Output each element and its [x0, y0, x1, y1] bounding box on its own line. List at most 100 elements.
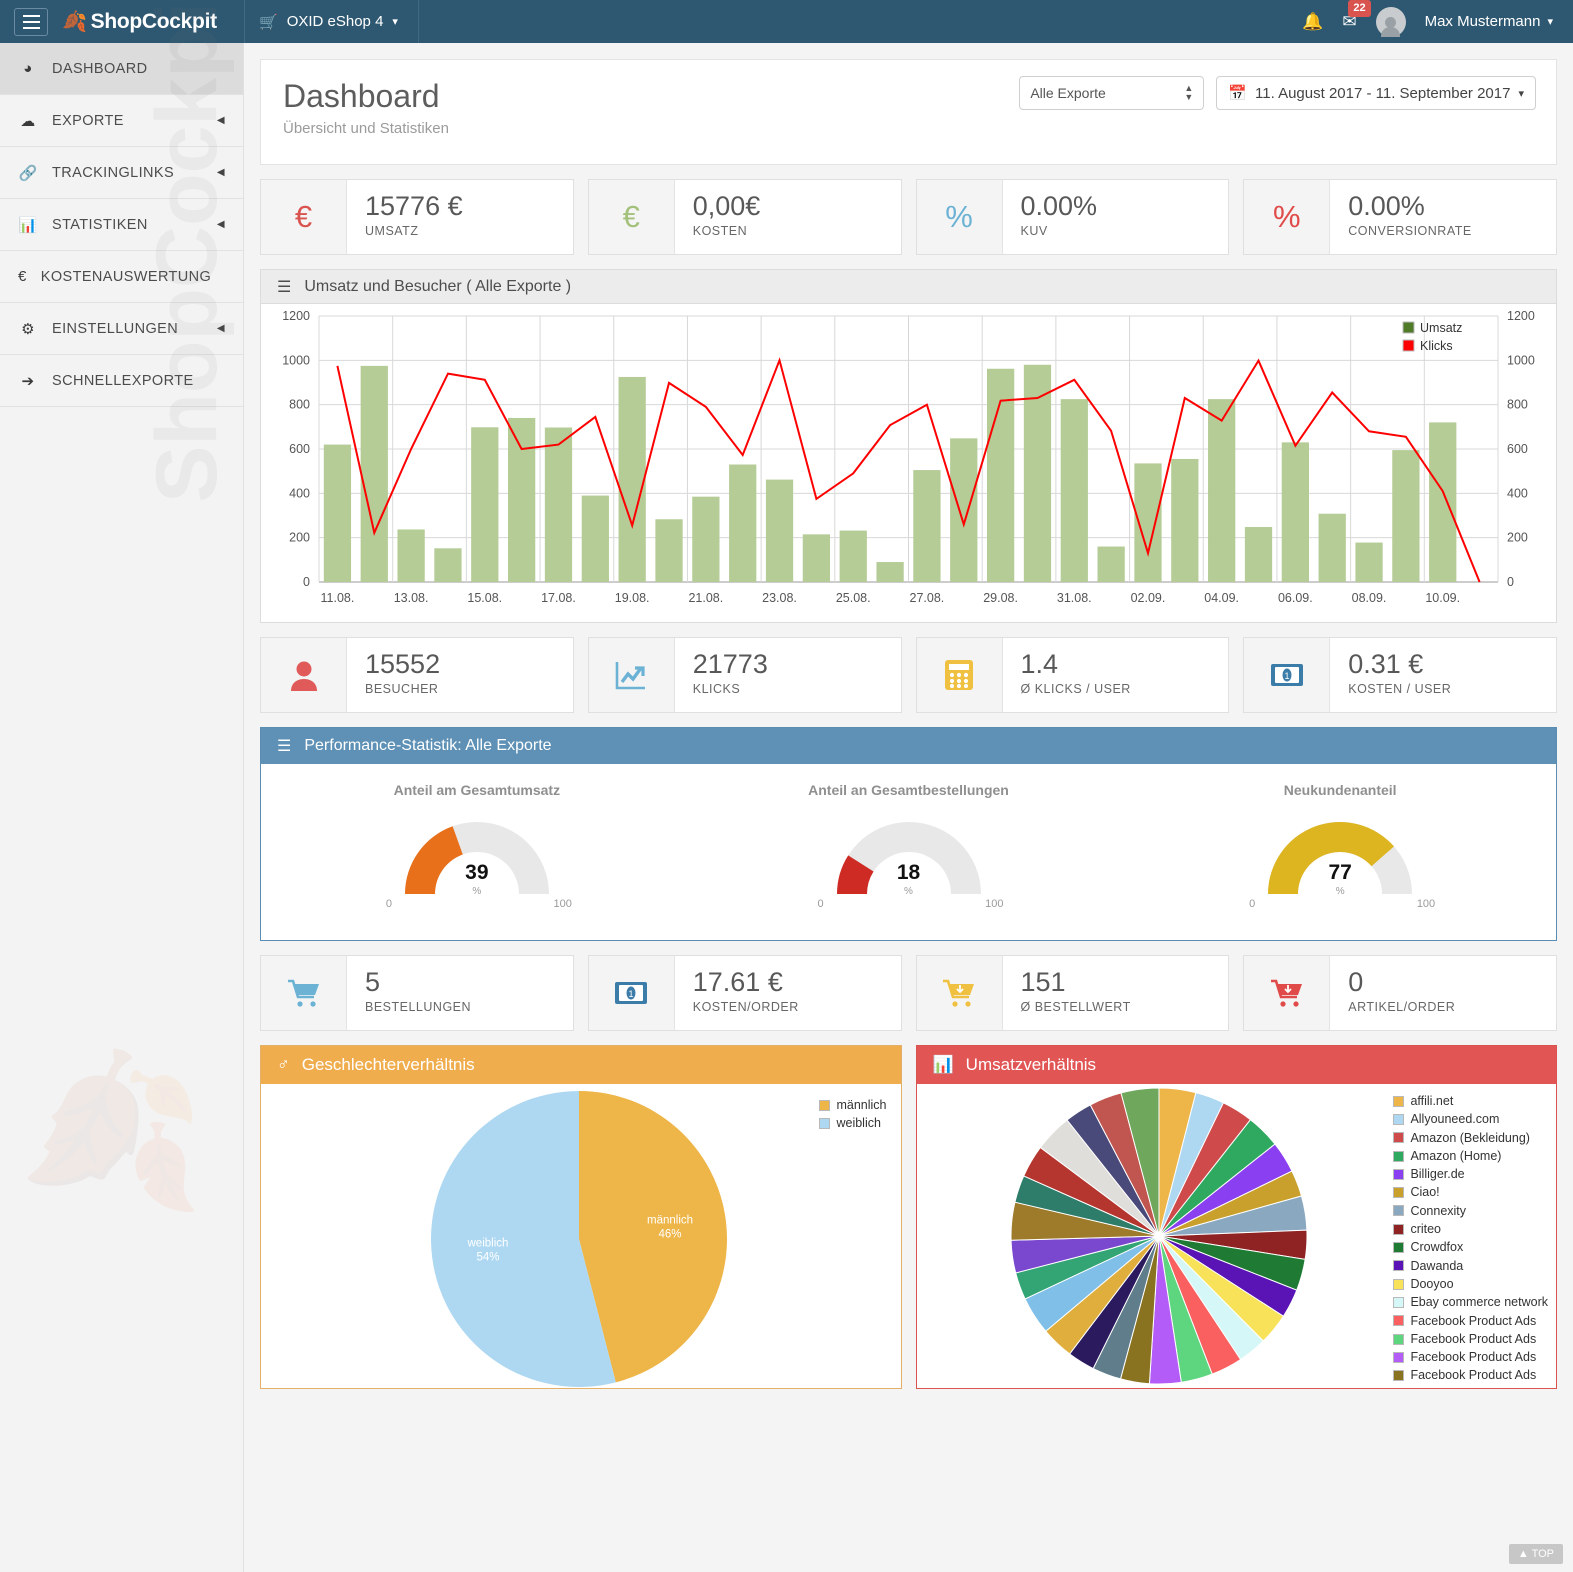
legend-item[interactable]: Crowdfox [1393, 1238, 1548, 1256]
performance-panel-title: Performance-Statistik: Alle Exporte [304, 737, 552, 754]
legend-item[interactable]: Connexity [1393, 1202, 1548, 1220]
legend-item[interactable]: Facebook Product Ads [1393, 1348, 1548, 1366]
svg-text:600: 600 [1507, 442, 1528, 456]
svg-text:400: 400 [1507, 486, 1528, 500]
kpi-label: Ø KLICKS / USER [1020, 682, 1131, 697]
legend-item[interactable]: Ciao! [1393, 1183, 1548, 1201]
gauge-value: 77 [1328, 861, 1352, 884]
gender-panel-title: Geschlechterverhältnis [301, 1055, 475, 1074]
back-to-top-button[interactable]: ▲ TOP [1508, 1544, 1563, 1564]
legend-item[interactable]: Amazon (Bekleidung) [1393, 1129, 1548, 1147]
gauge-gesamtbestellungen: Anteil an Gesamtbestellungen 18 % 0 100 [693, 764, 1125, 940]
kpi-value: 0.00% [1020, 191, 1098, 221]
sidebar-item-einstellungen[interactable]: ⚙ EINSTELLUNGEN ◀ [0, 303, 243, 355]
svg-text:17.08.: 17.08. [541, 591, 576, 605]
link-icon: 🔗 [18, 164, 38, 182]
performance-panel-header: ☰ Performance-Statistik: Alle Exporte [261, 728, 1556, 764]
shop-selector-label: OXID eShop 4 [286, 13, 384, 30]
avatar[interactable] [1375, 6, 1406, 37]
top-right-actions: 🔔 ✉ 22 Max Mustermann ▾ [1302, 0, 1573, 37]
legend-item[interactable]: Dooyoo [1393, 1275, 1548, 1293]
legend-swatch [1393, 1187, 1405, 1199]
svg-text:männlich: männlich [647, 1214, 693, 1226]
legend-label: Amazon (Home) [1410, 1148, 1502, 1163]
sidebar-item-statistiken[interactable]: 📊 STATISTIKEN ◀ [0, 199, 243, 251]
kpi-value: 15776 € [365, 191, 463, 221]
gauge-dial: 18 % 0 100 [818, 806, 1004, 910]
legend-item[interactable]: Billiger.de [1393, 1165, 1548, 1183]
bell-icon[interactable]: 🔔 [1302, 12, 1323, 32]
kpi-label: KOSTEN / USER [1348, 682, 1452, 697]
notification-badge: 22 [1348, 0, 1371, 17]
sidebar-item-trackinglinks[interactable]: 🔗 TRACKINGLINKS ◀ [0, 147, 243, 199]
legend-label: Ciao! [1410, 1185, 1440, 1200]
umsatz-besucher-chart[interactable]: 0 0 200 200 400 400 600 600 800 800 1000 1000 1200 12… [261, 304, 1556, 622]
sidebar-item-label: SCHNELLEXPORTE [52, 372, 194, 389]
user-icon [261, 638, 347, 712]
svg-text:27.08.: 27.08. [910, 591, 945, 605]
legend-item[interactable]: weiblich [819, 1114, 886, 1132]
legend-item[interactable]: Allyouneed.com [1393, 1110, 1548, 1128]
svg-text:15.08.: 15.08. [467, 591, 502, 605]
gender-panel-body: männlich 46% weiblich 54% männlich weiblich [261, 1084, 901, 1388]
svg-text:800: 800 [1507, 398, 1528, 412]
legend-item[interactable]: männlich [819, 1096, 887, 1114]
envelope-icon[interactable]: ✉ 22 [1342, 0, 1371, 32]
kpi-label: BESUCHER [365, 682, 439, 697]
legend-label: affili.net [1410, 1094, 1454, 1108]
header-controls: Alle Exporte ▲ ▼ 📅 11. August 2017 - 11. … [1019, 76, 1536, 110]
revenue-panel-body: affili.net Allyouneed.com Amazon (Bekleidu… [917, 1084, 1557, 1388]
page-subtitle: Übersicht und Statistiken [283, 119, 449, 137]
legend-item[interactable]: Dawanda [1393, 1257, 1548, 1275]
svg-text:54%: 54% [476, 1252, 499, 1264]
shop-selector[interactable]: 🛒 OXID eShop 4 ▾ [244, 0, 419, 43]
kpi-value: 21773 [692, 649, 768, 679]
legend-swatch [819, 1117, 831, 1129]
gauge-min: 0 [1249, 898, 1256, 910]
legend-label: Amazon (Bekleidung) [1410, 1130, 1530, 1145]
kpi-bestellwert: 151 Ø BESTELLWERT [915, 955, 1230, 1031]
chevron-down-icon: ▾ [392, 16, 398, 28]
date-range-value: 11. August 2017 - 11. September 2017 [1255, 84, 1511, 102]
sidebar-item-dashboard[interactable]: ◕ DASHBOARD [0, 43, 243, 95]
kpi-row-3: 5 BESTELLUNGEN 1 17.61 € KOSTEN/ORDER 15… [260, 955, 1557, 1031]
gauge-min: 0 [817, 898, 824, 910]
legend-item[interactable]: Facebook Product Ads [1393, 1312, 1548, 1330]
hamburger-icon[interactable]: ☰ [277, 277, 291, 297]
kpi-value: 17.61 € [692, 967, 783, 997]
legend-item[interactable]: Facebook Product Ads [1393, 1330, 1548, 1348]
legend-item[interactable]: Ebay commerce network [1393, 1293, 1548, 1311]
legend-item[interactable]: affili.net [1393, 1092, 1548, 1110]
user-menu[interactable]: Max Mustermann ▾ [1425, 13, 1553, 30]
percent-icon: % [1244, 180, 1331, 254]
bottom-panels: ♂ Geschlechterverhältnis männlich 46% weib… [260, 1045, 1557, 1389]
kpi-artikel-order: 0 ARTIKEL/ORDER [1243, 955, 1557, 1031]
gender-panel-header: ♂ Geschlechterverhältnis [261, 1046, 901, 1084]
sidebar-item-exporte[interactable]: ☁ EXPORTE ◀ [0, 95, 243, 147]
legend-swatch [1393, 1278, 1405, 1290]
hamburger-icon[interactable]: ☰ [277, 736, 291, 756]
kpi-bestellungen: 5 BESTELLUNGEN [260, 955, 574, 1031]
kpi-value: 0,00€ [692, 191, 761, 221]
legend-label: Dawanda [1410, 1258, 1464, 1273]
svg-text:21.08.: 21.08. [688, 591, 723, 605]
kpi-label: KLICKS [692, 682, 741, 697]
gauge-neukundenanteil: Neukundenanteil 77 % 0 100 [1124, 764, 1556, 940]
sidebar-item-kostenauswertung[interactable]: € KOSTENAUSWERTUNG [0, 251, 243, 303]
kpi-value: 15552 [365, 649, 441, 679]
revenue-pie-chart[interactable] [917, 1084, 1367, 1388]
export-filter-select[interactable]: Alle Exporte ▲ ▼ [1019, 76, 1205, 110]
legend-swatch [1393, 1132, 1405, 1144]
gauge-min: 0 [385, 898, 392, 910]
legend-item[interactable]: Facebook Product Ads [1393, 1366, 1548, 1384]
sidebar-arrow: ◀ [216, 115, 225, 126]
app-logo[interactable]: 🍂 ShopCockpit [62, 9, 217, 34]
gender-pie-chart[interactable]: männlich 46% weiblich 54% [261, 1084, 897, 1388]
gauge-dial: 77 % 0 100 [1249, 806, 1435, 910]
hamburger-icon[interactable] [14, 7, 48, 36]
legend-item[interactable]: criteo [1393, 1220, 1548, 1238]
sidebar-item-schnellexporte[interactable]: ➔ SCHNELLEXPORTE [0, 355, 243, 407]
date-range-picker[interactable]: 📅 11. August 2017 - 11. September 2017 ▾ [1216, 76, 1536, 110]
legend-item[interactable]: Amazon (Home) [1393, 1147, 1548, 1165]
brand-zone: 🍂 ShopCockpit [0, 0, 244, 43]
